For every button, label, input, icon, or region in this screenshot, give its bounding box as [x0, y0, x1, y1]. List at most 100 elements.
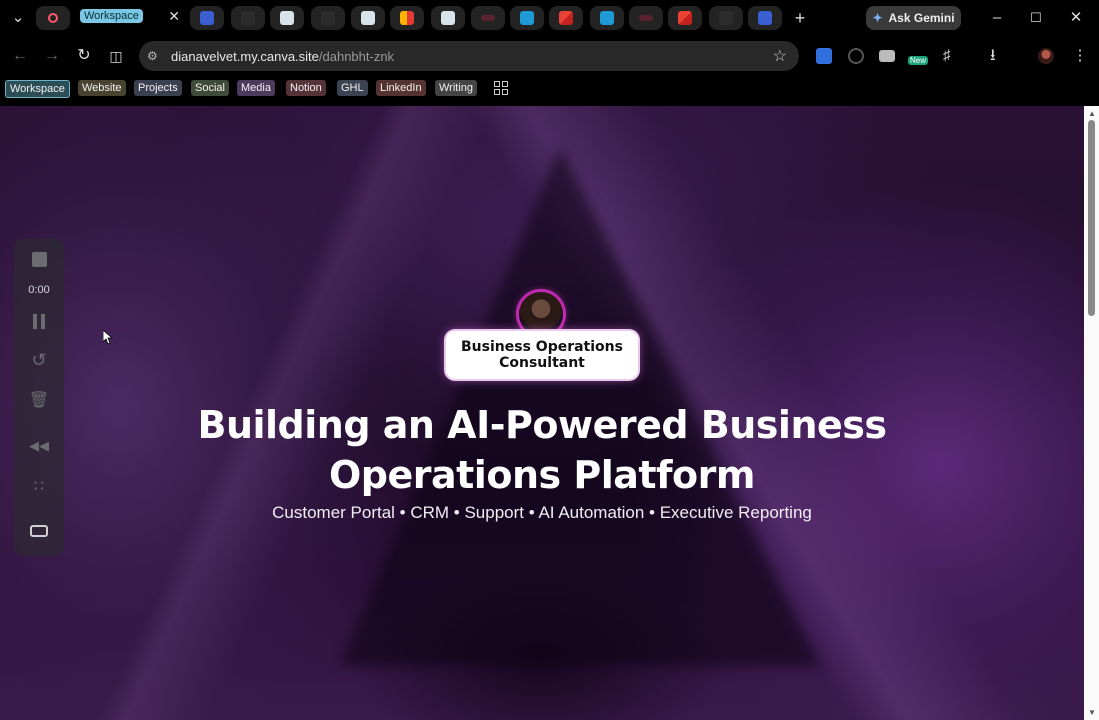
apps-grid-icon[interactable] — [494, 81, 508, 95]
tab-16[interactable] — [748, 6, 782, 30]
blank-icon — [241, 11, 255, 25]
blur-button[interactable]: ∷ — [14, 476, 64, 496]
rocket-icon — [520, 11, 534, 25]
headline-line-2: Operations Platform — [328, 453, 756, 497]
tab-11[interactable] — [549, 6, 583, 30]
tab-search-chevron-icon[interactable]: ⌄ — [8, 8, 28, 28]
tab-3[interactable] — [231, 6, 265, 30]
stop-icon — [31, 252, 47, 267]
tab-12[interactable] — [590, 6, 624, 30]
trash-icon: 🗑 — [28, 392, 50, 409]
gmail-icon — [678, 11, 692, 25]
recording-timer: 0:00 — [28, 284, 50, 296]
scrollbar-thumb[interactable] — [1088, 120, 1095, 316]
role-badge-text: Business Operations Consultant — [461, 339, 623, 371]
app-grid-icon — [400, 11, 414, 25]
tab-strip: ⌄ Workspace ✕ + ✦ Ask Gemini – ☐ ✕ — [0, 0, 1099, 36]
ask-gemini-label: Ask Gemini — [888, 11, 955, 25]
document-icon — [280, 11, 294, 25]
kebab-menu-icon[interactable]: ⋮ — [1072, 48, 1088, 64]
role-badge: Business Operations Consultant — [446, 331, 638, 379]
bookmark-linkedin[interactable]: LinkedIn — [376, 80, 426, 96]
camera-toggle-button[interactable] — [14, 524, 64, 542]
download-icon[interactable]: ⭳ — [990, 48, 1006, 64]
document-icon — [361, 11, 375, 25]
browser-toolbar: ← → ↻ ◫ ⚙ dianavelvet.my.canva.site/dahn… — [0, 36, 1099, 76]
hero-headline: Building an AI-Powered Business Operatio… — [180, 400, 904, 500]
site-info-icon[interactable]: ⚙ — [147, 49, 165, 63]
workflow-icon — [639, 15, 653, 21]
close-tab-icon[interactable]: ✕ — [168, 8, 180, 25]
tab-14[interactable] — [668, 6, 702, 30]
tab-2[interactable] — [190, 6, 224, 30]
record-icon — [48, 13, 58, 23]
split-view-icon[interactable]: ◫ — [106, 46, 126, 66]
bookmark-social[interactable]: Social — [191, 80, 229, 96]
bookmarks-bar: Workspace Website Projects Social Media … — [0, 76, 1099, 106]
url-host: dianavelvet.my.canva.site — [171, 48, 319, 64]
extension-circle-icon[interactable] — [848, 48, 864, 64]
tab-6[interactable] — [351, 6, 385, 30]
mouse-cursor-icon — [103, 330, 113, 345]
url-path: /dahnbht-znk — [318, 48, 395, 64]
forward-arrow-icon[interactable]: → — [42, 46, 62, 66]
tab-13[interactable] — [629, 6, 663, 30]
delete-button[interactable]: 🗑 — [14, 390, 64, 410]
puzzle-extensions-icon[interactable]: ♯ — [943, 48, 959, 64]
gemini-sparkle-icon: ✦ — [872, 11, 883, 25]
tab-9[interactable] — [471, 6, 505, 30]
extension-gear-icon[interactable] — [816, 48, 832, 64]
rewind-button[interactable]: ◀◀ — [14, 438, 64, 454]
bookmark-projects[interactable]: Projects — [134, 80, 182, 96]
new-tab-plus-icon[interactable]: + — [790, 8, 810, 28]
blur-dots-icon: ∷ — [33, 478, 45, 495]
address-bar[interactable]: ⚙ dianavelvet.my.canva.site/dahnbht-znk … — [139, 41, 799, 71]
tab-15[interactable] — [709, 6, 743, 30]
tab-workspace[interactable]: Workspace ✕ — [76, 4, 186, 32]
tab-5[interactable] — [311, 6, 345, 30]
bookmark-writing[interactable]: Writing — [435, 80, 478, 96]
minimize-icon[interactable]: – — [987, 8, 1007, 28]
video-camera-icon — [30, 525, 48, 537]
bookmark-star-icon[interactable]: ☆ — [773, 46, 787, 66]
workflow-icon — [481, 15, 495, 21]
hero-subtitle: Customer Portal • CRM • Support • AI Aut… — [272, 503, 812, 522]
bookmark-notion[interactable]: Notion — [286, 80, 326, 96]
pause-icon — [33, 314, 45, 329]
profile-avatar-photo — [519, 292, 563, 336]
scroll-up-icon[interactable]: ▲ — [1088, 110, 1096, 118]
bookmark-media[interactable]: Media — [237, 80, 275, 96]
maximize-icon[interactable]: ☐ — [1026, 8, 1046, 28]
tab-recording[interactable] — [36, 6, 70, 30]
back-arrow-icon[interactable]: ← — [10, 46, 30, 66]
cube-icon — [758, 11, 772, 25]
tab-10[interactable] — [510, 6, 544, 30]
headline-line-1: Building an AI-Powered Business — [197, 403, 887, 447]
bookmark-workspace[interactable]: Workspace — [5, 80, 70, 98]
profile-avatar[interactable] — [1038, 48, 1054, 64]
blank-icon — [321, 11, 335, 25]
tab-4[interactable] — [270, 6, 304, 30]
camera-icon[interactable] — [879, 50, 895, 62]
cube-icon — [200, 11, 214, 25]
bookmark-ghl[interactable]: GHL — [337, 80, 368, 96]
new-badge: New — [908, 56, 929, 65]
document-icon — [441, 11, 455, 25]
url-text[interactable]: dianavelvet.my.canva.site/dahnbht-znk — [171, 49, 394, 64]
blank-icon — [719, 11, 733, 25]
extension-new-badge[interactable]: New — [908, 44, 930, 66]
pause-button[interactable] — [14, 314, 64, 334]
reload-icon[interactable]: ↻ — [74, 46, 94, 66]
rewind-icon: ◀◀ — [29, 438, 49, 453]
restart-button[interactable]: ↺ — [14, 350, 64, 371]
tab-8[interactable] — [431, 6, 465, 30]
stop-button[interactable] — [14, 252, 64, 272]
screen-recorder-panel: 0:00 ↺ 🗑 ◀◀ ∷ — [14, 238, 64, 556]
scroll-down-icon[interactable]: ▼ — [1088, 709, 1096, 717]
ask-gemini-button[interactable]: ✦ Ask Gemini — [866, 6, 961, 30]
bookmark-website[interactable]: Website — [78, 80, 126, 96]
gmail-icon — [559, 11, 573, 25]
close-window-icon[interactable]: ✕ — [1066, 8, 1086, 28]
rocket-icon — [600, 11, 614, 25]
tab-7[interactable] — [390, 6, 424, 30]
